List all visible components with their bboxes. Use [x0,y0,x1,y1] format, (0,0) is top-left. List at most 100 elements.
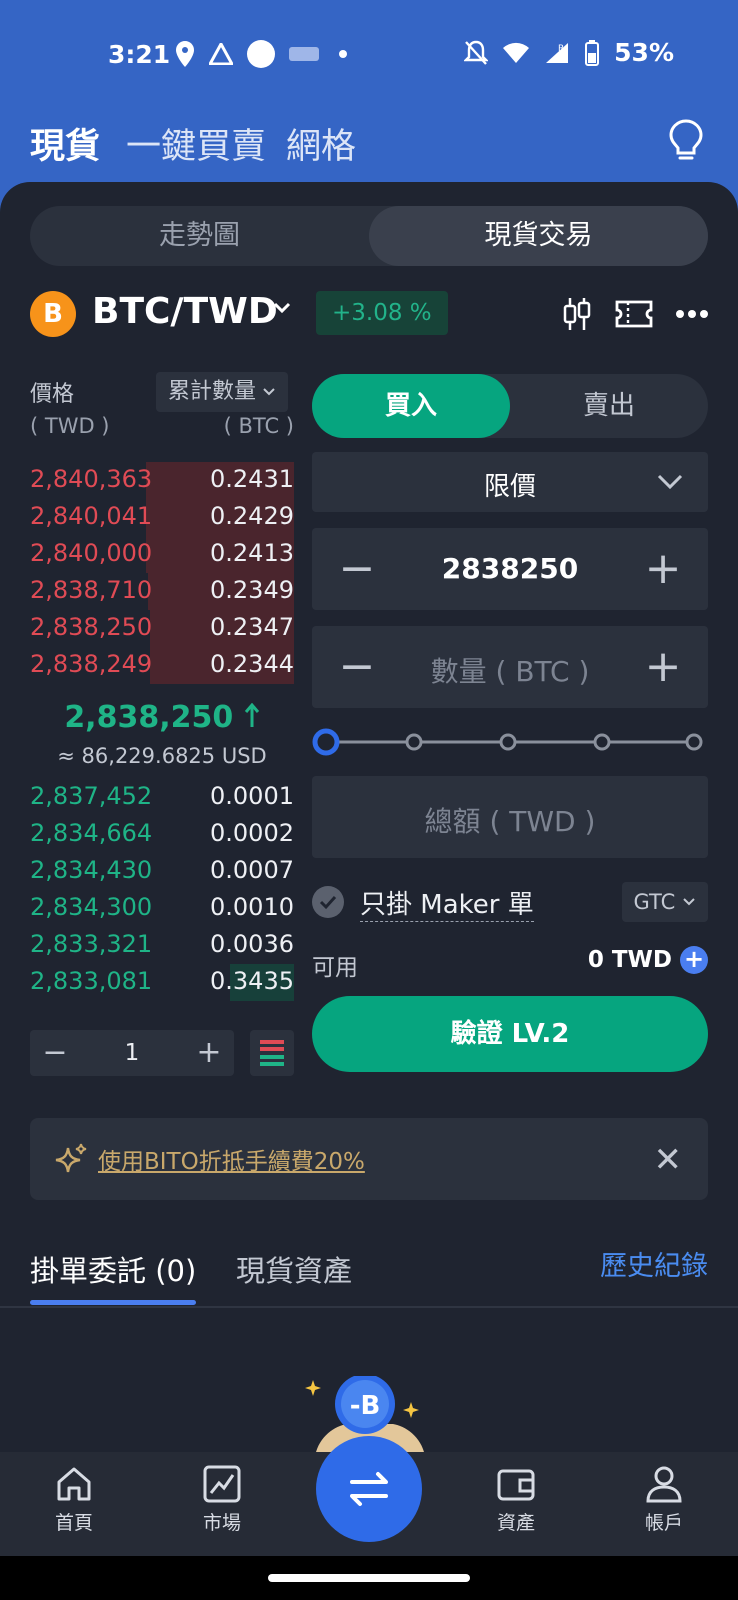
notification-icons [175,40,347,68]
pair-actions [562,296,708,332]
bid-row[interactable]: 2,837,452 0.0001 [30,779,294,816]
app-triangle-icon [209,43,233,65]
nav-home[interactable]: 首頁 [24,1464,124,1535]
last-price-value: 2,838,250 [64,700,234,735]
bid-price: 2,837,452 [30,782,153,810]
order-type-select[interactable]: 限價 [312,452,708,512]
view-toggle: 走勢圖 現貨交易 [30,206,708,266]
chevron-down-icon[interactable] [270,296,294,320]
tab-chart[interactable]: 走勢圖 [30,206,369,266]
tab-spot[interactable]: 現貨 [30,118,100,169]
buy-tab[interactable]: 買入 [312,374,510,438]
wallet-icon [497,1469,535,1501]
home-icon [57,1467,91,1501]
quantity-unit: ( BTC ) [223,414,294,438]
verify-button[interactable]: 驗證 LV.2 [312,996,708,1072]
trade-fab-button[interactable] [316,1436,422,1542]
total-placeholder: 總額 ( TWD ) [424,805,596,838]
nav-assets[interactable]: 資產 [466,1464,566,1535]
bid-row[interactable]: 2,833,321 0.0036 [30,927,294,964]
signal-icon: R [546,42,569,63]
tab-one-click-trade[interactable]: 一鍵買賣 [126,118,266,169]
ask-row[interactable]: 2,838,710 0.2349 [30,573,294,610]
tab-spot-trade[interactable]: 現貨交易 [369,206,708,266]
candlestick-chart-icon[interactable] [562,296,592,332]
bid-price: 2,834,664 [30,819,153,847]
plus-icon[interactable]: + [184,1030,234,1076]
price-input[interactable]: − 2838250 + [312,528,708,610]
tab-spot-assets[interactable]: 現貨資產 [236,1248,352,1290]
app-logo-icon [289,47,319,61]
chevron-down-icon [657,474,683,490]
price-change-badge: +3.08 % [316,291,448,335]
system-icons: R 53% [464,38,674,67]
home-indicator[interactable] [268,1574,470,1582]
ask-row[interactable]: 2,838,249 0.2344 [30,647,294,684]
pair-header: B BTC/TWD +3.08 % [30,288,708,340]
sell-tab[interactable]: 賣出 [510,374,708,438]
ask-amount: 0.2431 [210,465,294,493]
ask-row[interactable]: 2,840,363 0.2431 [30,462,294,499]
bid-price: 2,833,321 [30,930,153,958]
available-label: 可用 [312,955,358,981]
ticket-icon[interactable] [614,299,654,329]
bid-row[interactable]: 2,834,664 0.0002 [30,816,294,853]
active-tab-indicator [30,1300,196,1305]
bid-row[interactable]: 2,834,300 0.0010 [30,890,294,927]
total-input[interactable]: 總額 ( TWD ) [312,776,708,858]
bid-amount: 0.0002 [210,819,294,847]
mute-bell-icon [464,40,489,65]
maker-only-checkbox[interactable] [312,886,344,918]
maker-only-label[interactable]: 只掛 Maker 單 [360,884,534,922]
amount-slider[interactable] [312,728,708,756]
user-icon [646,1466,682,1503]
chevron-down-icon [683,898,695,906]
bid-row[interactable]: 2,833,081 0.3435 [30,964,294,1001]
orderbook-header: 價格 ( TWD ) 累計數量 ( BTC ) [30,372,294,452]
history-link[interactable]: 歷史紀錄 [600,1244,708,1283]
bid-amount: 0.0001 [210,782,294,810]
last-price: 2,838,250 [30,700,294,735]
ask-price: 2,838,249 [30,650,153,678]
quantity-mode-label: 累計數量 [168,379,257,404]
quantity-mode-select[interactable]: 累計數量 [156,372,289,412]
lightbulb-icon[interactable] [666,118,706,164]
quantity-input[interactable]: − 數量 ( BTC ) + [312,626,708,708]
ask-amount: 0.2344 [210,650,294,678]
ask-row[interactable]: 2,840,000 0.2413 [30,536,294,573]
nav-home-label: 首頁 [54,1512,93,1534]
quantity-plus-icon[interactable]: + [618,626,708,708]
pair-name[interactable]: BTC/TWD [92,291,278,332]
close-icon[interactable]: ✕ [654,1140,683,1180]
promo-text[interactable]: 使用BITO折抵手續費20% [98,1142,365,1176]
bid-amount: 0.0010 [210,893,294,921]
bid-amount: 0.3435 [210,967,294,995]
deposit-plus-icon[interactable]: + [680,946,708,974]
status-time: 3:21 [108,40,171,69]
tab-open-orders[interactable]: 掛單委託 (0) [30,1248,196,1290]
nav-assets-label: 資產 [496,1512,535,1534]
svg-text:R: R [558,44,564,54]
promo-banner: 使用BITO折抵手續費20% ✕ [30,1118,708,1200]
last-price-usd: ≈ 86,229.6825 USD [57,744,267,768]
price-plus-icon[interactable]: + [618,528,708,610]
ask-row[interactable]: 2,838,250 0.2347 [30,610,294,647]
nav-market[interactable]: 市場 [172,1464,272,1535]
ask-price: 2,838,710 [30,576,153,604]
sparkle-icon [55,1143,87,1173]
available-balance: 可用 0 TWD + [312,944,708,981]
dot-icon [339,50,347,58]
check-icon [319,895,337,910]
white-circle-icon [247,40,275,68]
tab-grid[interactable]: 網格 [286,118,356,169]
nav-account[interactable]: 帳戶 [614,1464,714,1535]
ask-amount: 0.2413 [210,539,294,567]
ask-row[interactable]: 2,840,041 0.2429 [30,499,294,536]
more-icon[interactable] [676,309,708,319]
ask-price: 2,840,363 [30,465,153,493]
time-in-force-select[interactable]: GTC [621,882,708,922]
bid-row[interactable]: 2,834,430 0.0007 [30,853,294,890]
orderbook-layout-button[interactable] [250,1030,294,1076]
precision-value: 1 [124,1040,140,1066]
minus-icon[interactable]: − [30,1030,80,1076]
